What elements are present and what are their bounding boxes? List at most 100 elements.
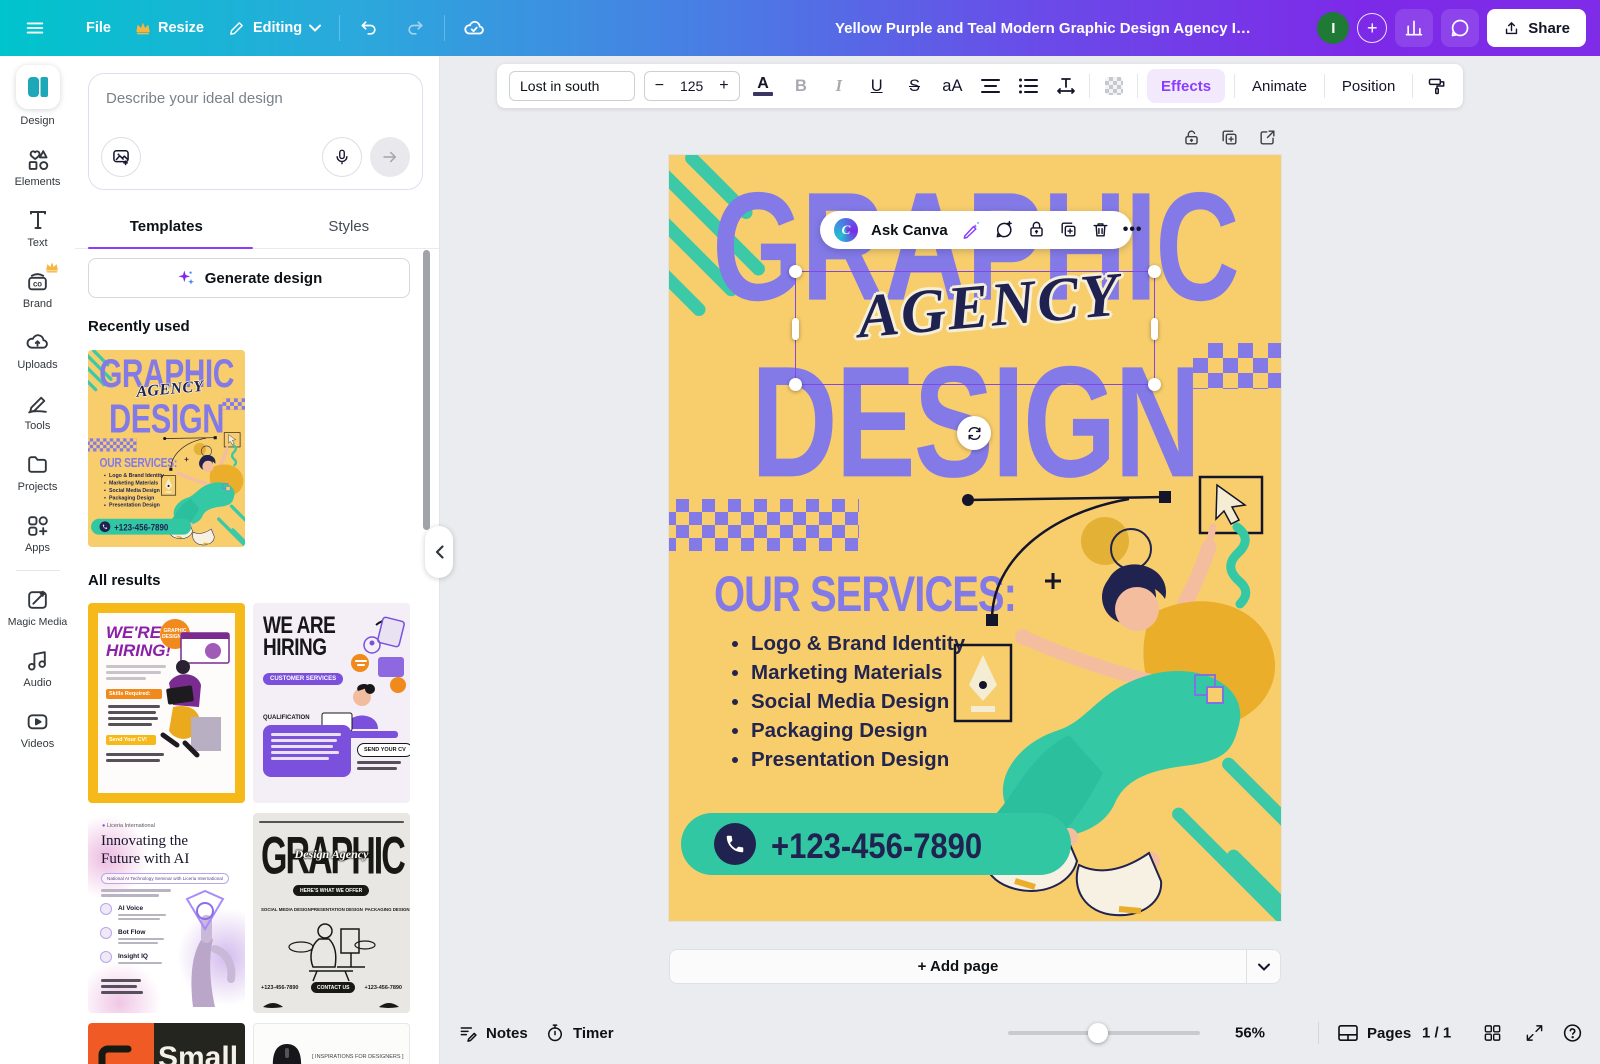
- template-thumbnail-inspirations[interactable]: [ INSPIRATIONS FOR DESIGNERS ]: [253, 1023, 410, 1064]
- resize-handle-w[interactable]: [792, 318, 799, 340]
- pages-button[interactable]: Pages: [1337, 1024, 1411, 1042]
- lock-page-button[interactable]: [1180, 126, 1202, 148]
- resize-handle-se[interactable]: [1148, 378, 1161, 391]
- list-button[interactable]: [1014, 70, 1043, 102]
- sidebar-item-uploads[interactable]: Uploads: [0, 320, 75, 381]
- canvas-page[interactable]: GRAPHIC DESIGN AGENCY OUR SERVICES: Logo…: [669, 155, 1281, 921]
- lock-element-button[interactable]: [1027, 220, 1046, 240]
- sidebar-label: Brand: [23, 298, 52, 310]
- resize-menu[interactable]: Resize: [123, 9, 216, 47]
- grid-view-button[interactable]: [1483, 1024, 1502, 1043]
- bar-chart-icon: [1404, 18, 1424, 38]
- animate-button[interactable]: Animate: [1244, 78, 1315, 95]
- text-spacing-button[interactable]: [1052, 70, 1081, 102]
- sidebar-item-magic-media[interactable]: Magic Media: [0, 577, 75, 638]
- underline-button[interactable]: U: [862, 70, 891, 102]
- sidebar-item-projects[interactable]: Projects: [0, 442, 75, 503]
- poster-phone-number[interactable]: +123-456-7890: [771, 826, 982, 867]
- insights-button[interactable]: [1395, 9, 1433, 47]
- sidebar-item-elements[interactable]: Elements: [0, 137, 75, 198]
- rotate-icon: [966, 425, 983, 442]
- file-menu[interactable]: File: [74, 12, 123, 44]
- main-menu-button[interactable]: [12, 9, 58, 47]
- strikethrough-button[interactable]: S: [900, 70, 929, 102]
- template-thumbnail-recent[interactable]: GRAPHIC DESIGN AGENCY OUR SERVICES: Logo…: [88, 350, 245, 547]
- add-member-button[interactable]: +: [1357, 13, 1387, 43]
- text-color-a: A: [757, 76, 769, 91]
- template-thumbnail-small[interactable]: Small: [88, 1023, 245, 1064]
- rotate-handle[interactable]: [957, 416, 991, 450]
- zoom-slider[interactable]: [1008, 1031, 1200, 1035]
- help-button[interactable]: [1562, 1023, 1583, 1044]
- duplicate-element-button[interactable]: [1059, 220, 1078, 240]
- font-size-stepper[interactable]: − 125 +: [644, 71, 740, 101]
- effects-button[interactable]: Effects: [1147, 69, 1225, 103]
- template-thumbnail-were-hiring[interactable]: WE'RE HIRING! GRAPHIC DESIGNER Skills Re…: [88, 603, 245, 803]
- resize-handle-nw[interactable]: [789, 265, 802, 278]
- font-family-selector[interactable]: Lost in south: [509, 71, 635, 101]
- prompt-input[interactable]: Describe your ideal design: [106, 90, 283, 107]
- fullscreen-button[interactable]: [1525, 1024, 1544, 1043]
- resize-handle-sw[interactable]: [789, 378, 802, 391]
- submit-prompt-button[interactable]: [370, 137, 410, 177]
- panel-collapse-button[interactable]: [425, 526, 453, 578]
- avatar[interactable]: I: [1317, 12, 1349, 44]
- more-options-button[interactable]: •••: [1123, 220, 1143, 240]
- mini-qual-box: [263, 725, 351, 777]
- position-button[interactable]: Position: [1334, 78, 1403, 95]
- comments-button[interactable]: [1441, 9, 1479, 47]
- voice-input-button[interactable]: [322, 137, 362, 177]
- delete-element-button[interactable]: [1091, 220, 1110, 240]
- text-case-button[interactable]: aA: [938, 70, 967, 102]
- add-page-menu-button[interactable]: [1246, 950, 1280, 983]
- sidebar-item-audio[interactable]: Audio: [0, 638, 75, 699]
- sidebar-item-tools[interactable]: Tools: [0, 381, 75, 442]
- template-thumbnail-graphic-agency[interactable]: GRAPHIC Design Agency HERE'S WHAT WE OFF…: [253, 813, 410, 1013]
- cloud-save-status[interactable]: [451, 9, 497, 47]
- editing-mode-menu[interactable]: Editing: [216, 9, 333, 47]
- alignment-button[interactable]: [976, 70, 1005, 102]
- timer-button[interactable]: Timer: [545, 1023, 614, 1043]
- share-button[interactable]: Share: [1487, 9, 1586, 47]
- magic-edit-button[interactable]: [961, 220, 981, 240]
- sidebar-item-videos[interactable]: Videos: [0, 699, 75, 760]
- zoom-level[interactable]: 56%: [1235, 1025, 1265, 1042]
- poster-phone-banner[interactable]: +123-456-7890: [681, 813, 1071, 875]
- export-page-button[interactable]: [1256, 126, 1278, 148]
- tab-styles[interactable]: Styles: [258, 205, 441, 248]
- sidebar-item-brand[interactable]: co Brand: [0, 259, 75, 320]
- template-thumbnail-ai-seminar[interactable]: ● Liceria International Innovating the F…: [88, 813, 245, 1013]
- resize-handle-e[interactable]: [1151, 318, 1158, 340]
- notes-button[interactable]: Notes: [458, 1023, 528, 1043]
- design-title[interactable]: Yellow Purple and Teal Modern Graphic De…: [835, 20, 1255, 37]
- text-color-button[interactable]: A: [749, 70, 778, 102]
- selection-box[interactable]: [795, 271, 1155, 385]
- sidebar-item-text[interactable]: Text: [0, 198, 75, 259]
- tab-templates[interactable]: Templates: [75, 205, 258, 248]
- text-icon: [25, 207, 51, 233]
- add-comment-button[interactable]: [994, 220, 1014, 240]
- sidebar-item-apps[interactable]: Apps: [0, 503, 75, 564]
- panel-scrollbar[interactable]: [423, 250, 430, 530]
- redo-button[interactable]: [392, 9, 438, 47]
- sidebar-item-design[interactable]: Design: [0, 56, 75, 137]
- transparency-button[interactable]: [1099, 70, 1128, 102]
- ai-prompt-card[interactable]: Describe your ideal design: [88, 73, 423, 190]
- bold-button[interactable]: B: [787, 70, 816, 102]
- notes-label: Notes: [486, 1025, 528, 1042]
- undo-button[interactable]: [346, 9, 392, 47]
- add-page-button[interactable]: + Add page: [670, 950, 1246, 983]
- decrease-font-button[interactable]: −: [655, 77, 664, 95]
- generate-design-button[interactable]: Generate design: [88, 258, 410, 298]
- ask-canva-label[interactable]: Ask Canva: [871, 222, 948, 239]
- add-image-button[interactable]: [101, 137, 141, 177]
- italic-button[interactable]: I: [824, 70, 853, 102]
- format-painter-button[interactable]: [1422, 70, 1451, 102]
- duplicate-page-button[interactable]: [1218, 126, 1240, 148]
- template-thumbnail-we-are-hiring[interactable]: WE ARE HIRING CUSTOMER SERVICES: [253, 603, 410, 803]
- resize-handle-ne[interactable]: [1148, 265, 1161, 278]
- increase-font-button[interactable]: +: [719, 77, 728, 95]
- zoom-slider-thumb[interactable]: [1088, 1023, 1108, 1043]
- font-size-value[interactable]: 125: [680, 78, 703, 94]
- topbar-divider: [339, 15, 340, 41]
